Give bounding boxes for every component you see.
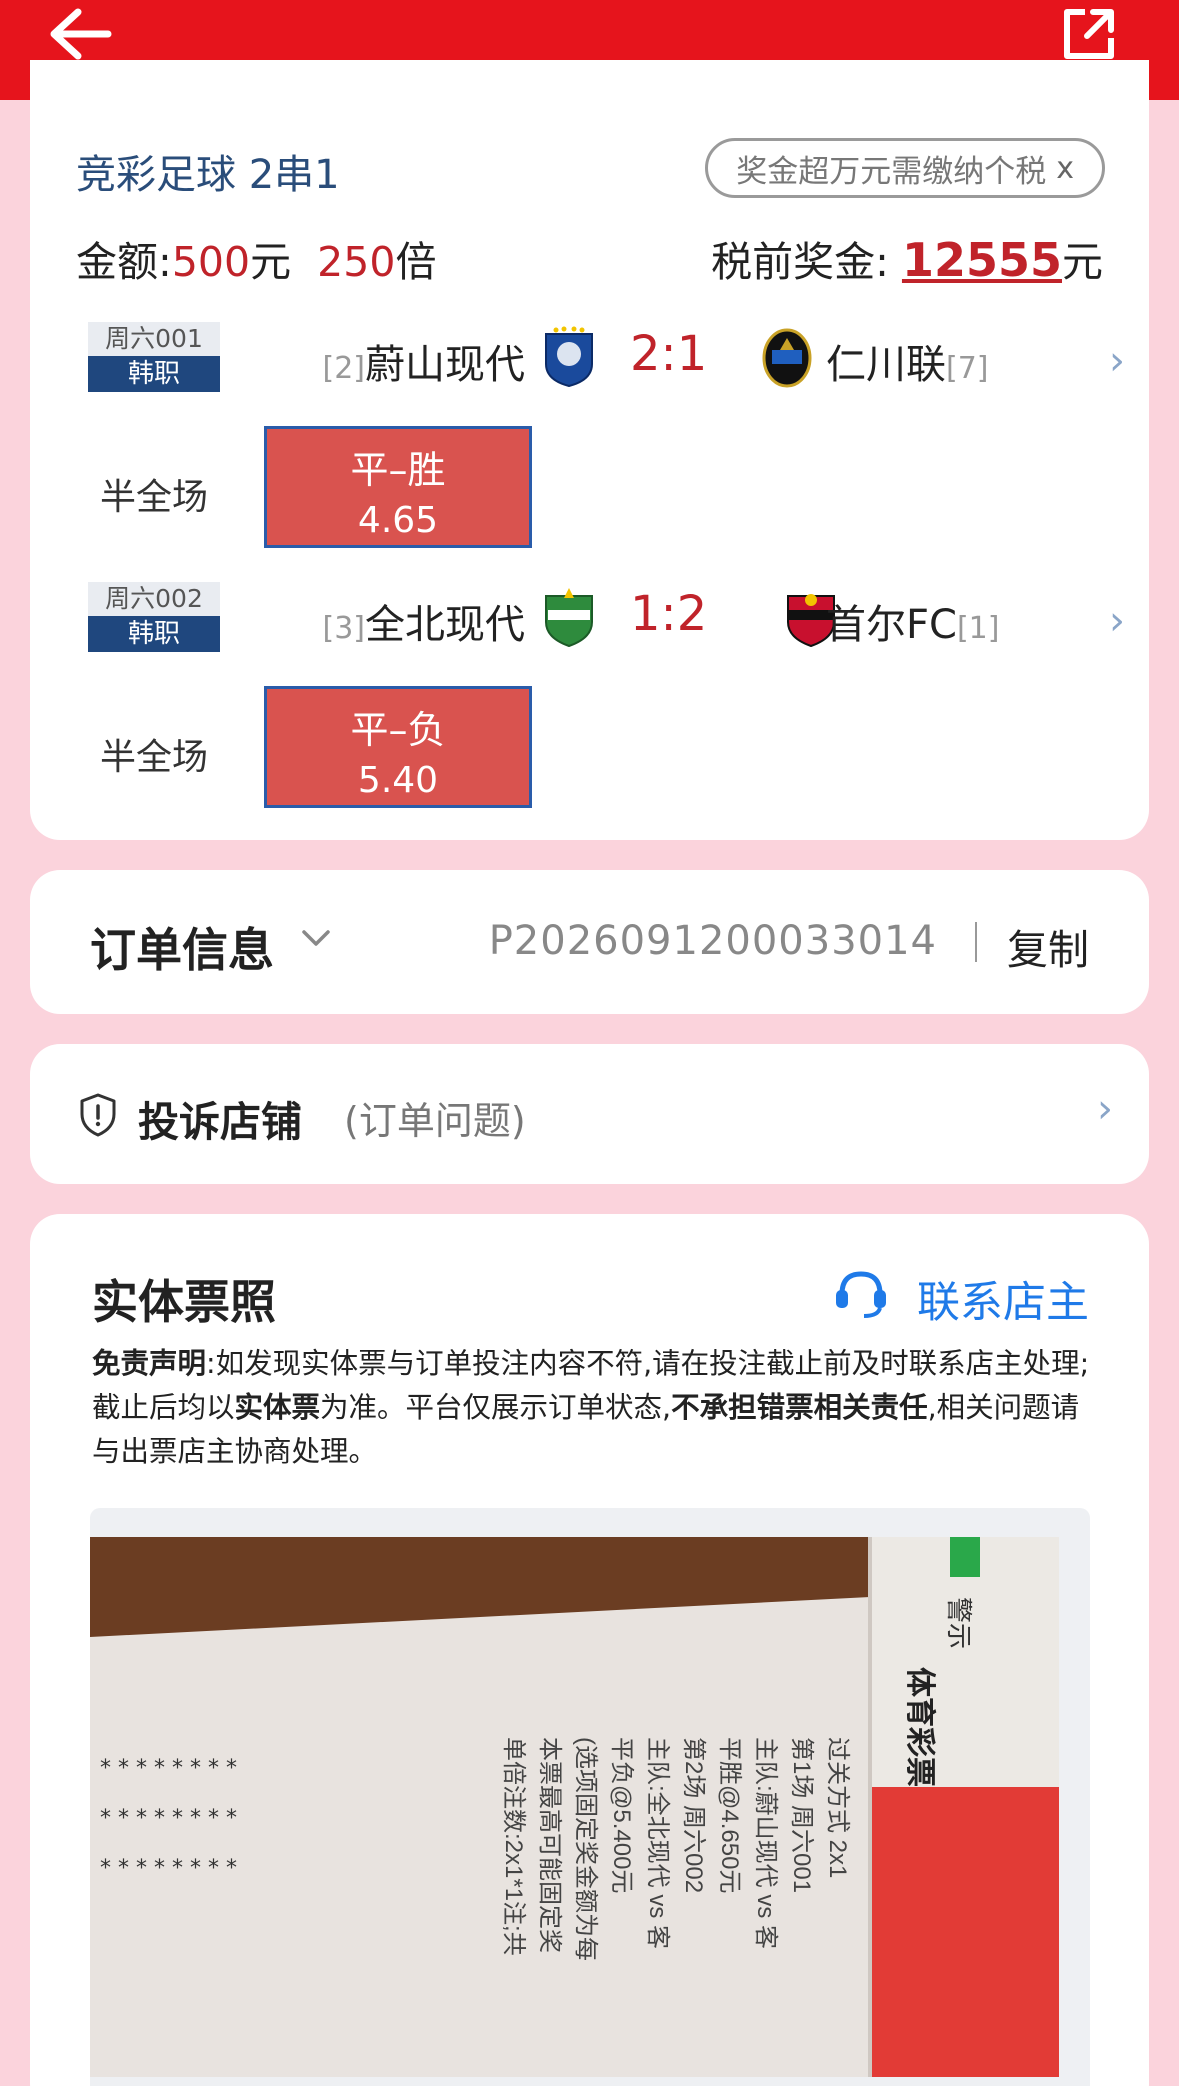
prize-value: 12555 [901, 233, 1062, 287]
amount-unit: 元 [250, 238, 292, 286]
match-badge: 周六002 韩职 [88, 582, 220, 652]
copy-button[interactable]: 复制 [1007, 916, 1089, 976]
away-team: 仁川联[7] [826, 332, 989, 390]
back-arrow-icon[interactable] [44, 4, 114, 64]
order-number: P2026091200033014 [488, 918, 937, 964]
pick-option: 平–负 5.40 [264, 686, 532, 808]
match-row[interactable]: 周六001 韩职 [2]蔚山现代 2:1 仁川联[7] › [30, 322, 1149, 412]
away-rank: [7] [946, 351, 989, 386]
chevron-right-icon[interactable]: › [1109, 338, 1125, 384]
tax-notice-pill[interactable]: 奖金超万元需缴纳个税 x [705, 138, 1105, 198]
away-rank: [1] [956, 611, 1000, 646]
multiple-unit: 倍 [395, 238, 437, 286]
svg-text:* * * * * * * *: * * * * * * * * [100, 1856, 237, 1881]
match-badge: 周六001 韩职 [88, 322, 220, 392]
incheon-logo-icon [762, 328, 812, 388]
disclaimer-bold: 免责声明 [92, 1347, 207, 1380]
pick-option: 平–胜 4.65 [264, 426, 532, 548]
photo-side-text: 体育彩票 [902, 1667, 937, 1787]
complaint-title: 投诉店铺 [138, 1098, 302, 1146]
amount-row: 金额:500元 250倍 [76, 228, 436, 288]
headset-icon[interactable] [832, 1264, 890, 1322]
pick-type-label: 半全场 [100, 477, 209, 518]
svg-text:* * * * * * * *: * * * * * * * * [100, 1806, 237, 1831]
chevron-down-icon[interactable] [298, 920, 334, 956]
match-row[interactable]: 周六002 韩职 [3]全北现代 1:2 首尔FC[1] › [30, 582, 1149, 672]
amount-label: 金额: [76, 238, 172, 286]
ulsan-logo-icon [545, 326, 593, 388]
complaint-card[interactable]: 投诉店铺 (订单问题) › [30, 1044, 1149, 1184]
close-icon[interactable]: x [1056, 151, 1074, 186]
prize-row: 税前奖金: 12555元 [711, 228, 1103, 288]
jeonbuk-logo-icon [545, 588, 593, 648]
photo-print-line: 主队:全北现代 vs 客 [644, 1737, 671, 1949]
photo-print-line: 平负@5.400元 [608, 1737, 635, 1893]
disclaimer-bold: 实体票 [234, 1391, 321, 1424]
photo-print-line: 过关方式 2x1 [824, 1737, 851, 1878]
play-type: 竞彩足球 2串1 [76, 152, 340, 198]
away-name: 仁川联 [826, 342, 946, 388]
photo-print-line: 本票最高可能固定奖 [536, 1737, 563, 1953]
away-name: 首尔FC [826, 602, 957, 648]
order-info-card: 订单信息 P2026091200033014 复制 [30, 870, 1149, 1014]
pick-type-label: 半全场 [100, 737, 209, 778]
complaint-subtitle: (订单问题) [344, 1099, 526, 1143]
photo-print-line: 单倍注数:2x1*1注;共 [500, 1737, 527, 1956]
league-label: 韩职 [88, 616, 220, 652]
home-name: 全北现代 [365, 602, 525, 648]
away-team: 首尔FC[1] [826, 592, 999, 650]
prize-unit: 元 [1062, 238, 1103, 286]
disclaimer-bold: 不承担错票相关责任 [671, 1391, 928, 1424]
share-icon[interactable] [1059, 4, 1119, 64]
amount-value: 500 [171, 238, 251, 286]
tax-notice-text: 奖金超万元需缴纳个税 [736, 153, 1047, 190]
match-day: 周六001 [88, 322, 220, 356]
photo-print-line: 第2场 周六002 [680, 1737, 707, 1893]
svg-text:* * * * * * * *: * * * * * * * * [100, 1756, 237, 1781]
photo-print-line: 平胜@4.650元 [716, 1737, 743, 1893]
photo-side-text2: 警示 [943, 1597, 973, 1649]
ticket-photo[interactable]: * * * * * * * * * * * * * * * * * * * * … [90, 1537, 1059, 2077]
ticket-photo-image: * * * * * * * * * * * * * * * * * * * * … [90, 1537, 1059, 2077]
order-info-title[interactable]: 订单信息 [90, 914, 274, 980]
match-score: 2:1 [630, 326, 708, 382]
shield-icon [80, 1093, 116, 1137]
pick-result: 平–负 [350, 708, 446, 752]
bet-card: 竞彩足球 2串1 奖金超万元需缴纳个税 x 金额:500元 250倍 税前奖金:… [30, 60, 1149, 840]
pick-odds: 5.40 [357, 760, 439, 801]
pick-odds: 4.65 [357, 500, 439, 541]
photo-print-line: (选项固定奖金额为每 [572, 1737, 599, 1961]
multiple-value: 250 [317, 238, 396, 286]
match-score: 1:2 [630, 586, 708, 642]
photo-print-line: 主队:蔚山现代 vs 客 [752, 1737, 779, 1949]
home-rank: [3] [322, 611, 366, 646]
disclaimer-text: 免责声明:如发现实体票与订单投注内容不符,请在投注截止前及时联系店主处理;截止后… [92, 1342, 1092, 1474]
contact-owner-link[interactable]: 联系店主 [917, 1268, 1089, 1330]
chevron-right-icon[interactable]: › [1097, 1086, 1113, 1132]
prize-label: 税前奖金: [711, 238, 889, 286]
disclaimer-part: 为准。平台仅展示订单状态, [320, 1391, 672, 1424]
photo-print-line: 第1场 周六001 [788, 1737, 815, 1893]
home-rank: [2] [322, 351, 366, 386]
home-team: [2]蔚山现代 [323, 332, 526, 390]
home-team: [3]全北现代 [323, 592, 526, 650]
league-label: 韩职 [88, 356, 220, 392]
match-day: 周六002 [88, 582, 220, 616]
chevron-right-icon[interactable]: › [1109, 598, 1125, 644]
pick-result: 平–胜 [350, 448, 446, 492]
home-name: 蔚山现代 [365, 342, 525, 388]
ticket-title: 实体票照 [92, 1275, 276, 1329]
divider [975, 922, 977, 962]
